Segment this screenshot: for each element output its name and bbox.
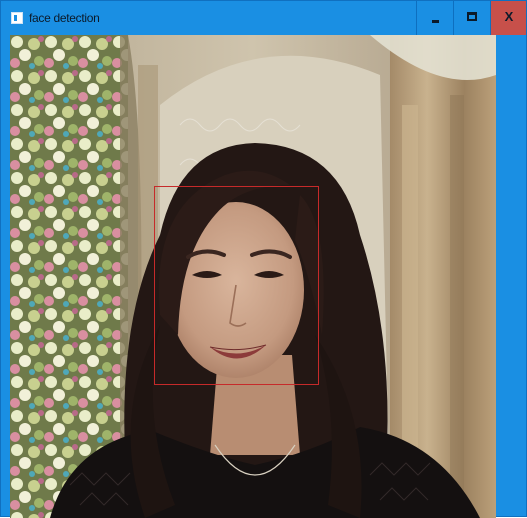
window-title: face detection [29,11,100,25]
maximize-icon [467,12,477,21]
close-button[interactable]: X [490,1,526,35]
close-icon: X [504,9,514,24]
minimize-button[interactable] [416,1,453,35]
title-bar[interactable]: face detection X [1,1,526,35]
app-window: face detection X [0,0,527,518]
image-viewport [10,35,496,518]
face-detection-box [154,186,319,385]
maximize-button[interactable] [453,1,490,35]
minimize-icon [432,20,439,23]
app-window-icon[interactable] [11,12,23,24]
